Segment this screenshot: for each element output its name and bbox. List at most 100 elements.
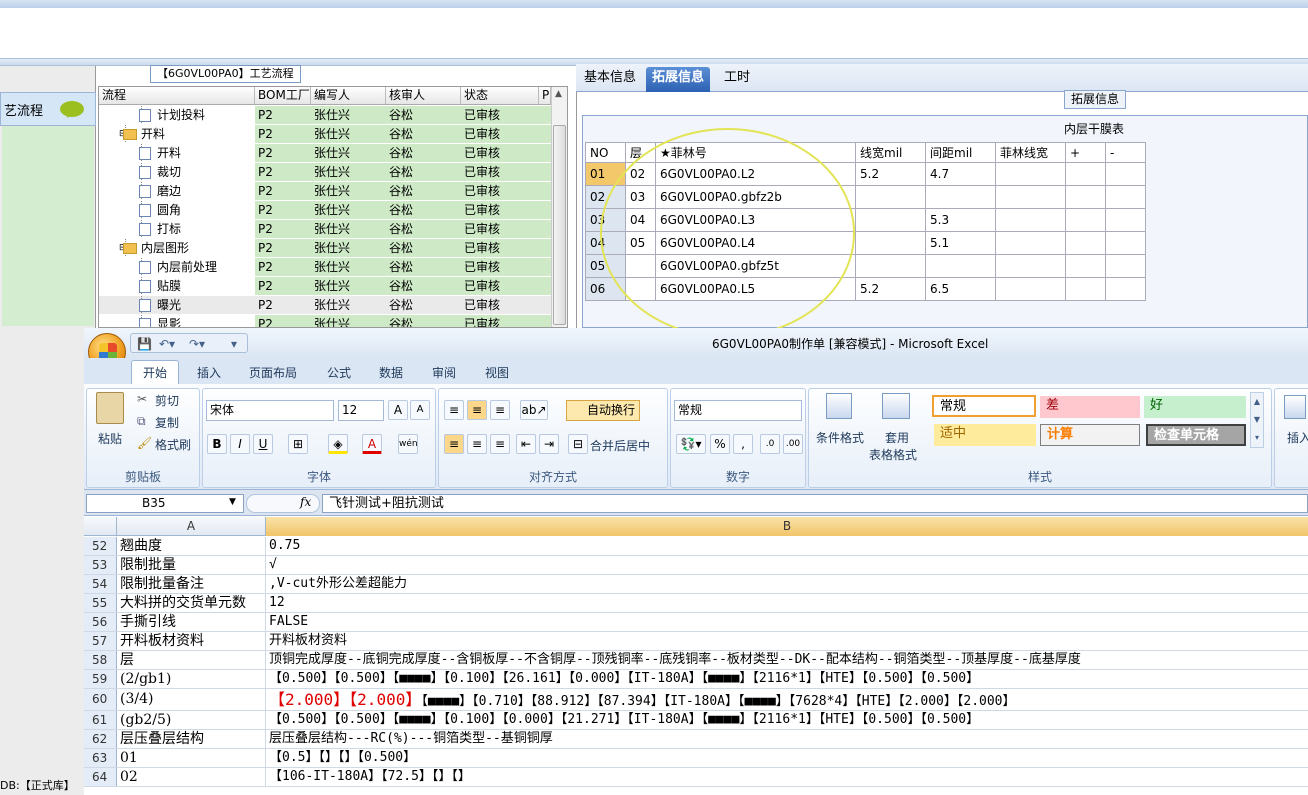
cell-a[interactable]: 02: [117, 768, 266, 786]
tree-item-label[interactable]: 曝光: [157, 296, 181, 314]
row-number[interactable]: 54: [84, 575, 117, 593]
cell-b[interactable]: 开料板材资料: [266, 632, 1308, 650]
decrease-decimal-icon[interactable]: .00: [783, 434, 803, 454]
tree-row[interactable]: ⊟开料P2张仕兴谷松已审核: [99, 125, 551, 144]
row-number[interactable]: 53: [84, 556, 117, 574]
cell-b[interactable]: 【2.000】【2.000】【■■■■】【0.710】【88.912】【87.3…: [266, 689, 1308, 710]
grid-cell[interactable]: [1065, 208, 1106, 232]
table-format-button-1[interactable]: 套用: [885, 429, 909, 446]
italic-icon[interactable]: I: [230, 434, 250, 454]
merge-icon[interactable]: ⊟: [568, 434, 588, 454]
tab-review[interactable]: 审阅: [432, 364, 456, 381]
cell-b[interactable]: √: [266, 556, 1308, 574]
comma-icon[interactable]: ,: [733, 434, 753, 454]
copy-button[interactable]: 复制: [155, 414, 179, 431]
align-middle-icon[interactable]: ≡: [467, 400, 487, 420]
tree-row[interactable]: 圆角 P2 张仕兴 谷松 已审核: [99, 201, 551, 220]
tree-row[interactable]: 计划投料 P2 张仕兴 谷松 已审核: [99, 106, 551, 125]
tree-item-label[interactable]: 开料: [141, 125, 165, 143]
col-header-p[interactable]: P: [539, 87, 551, 104]
paste-button[interactable]: 粘贴: [98, 430, 122, 447]
tree-row[interactable]: 开料 P2 张仕兴 谷松 已审核: [99, 144, 551, 163]
column-header-a[interactable]: A: [117, 517, 266, 536]
grid-header-linewidth[interactable]: 线宽mil: [855, 142, 926, 163]
cell-a[interactable]: (gb2/5): [117, 711, 266, 729]
tree-item-label[interactable]: 开料: [157, 144, 181, 162]
grid-header-spacing[interactable]: 间距mil: [925, 142, 996, 163]
cell-a[interactable]: 大料拼的交货单元数: [117, 594, 266, 612]
grid-cell[interactable]: 5.2: [855, 162, 926, 186]
cell-a[interactable]: (2/gb1): [117, 670, 266, 688]
scroll-up-icon[interactable]: ▲: [555, 89, 562, 99]
format-painter-button[interactable]: 格式刷: [155, 436, 191, 453]
cell-a[interactable]: 手撕引线: [117, 613, 266, 631]
tree-row[interactable]: ⊟内层图形P2张仕兴谷松已审核: [99, 239, 551, 258]
align-center-icon[interactable]: ≡: [467, 434, 487, 454]
nav-title[interactable]: 艺流程: [4, 100, 43, 119]
tab-basic-info[interactable]: 基本信息: [578, 67, 642, 92]
select-all-corner[interactable]: [84, 517, 117, 536]
tab-extended-info[interactable]: 拓展信息: [646, 67, 711, 92]
grid-cell[interactable]: [855, 208, 926, 232]
tree-scrollbar[interactable]: ▲: [551, 87, 567, 327]
grid-header-minus[interactable]: -: [1105, 142, 1146, 163]
name-box-dropdown-icon[interactable]: ▼: [229, 497, 236, 507]
row-number[interactable]: 56: [84, 613, 117, 631]
font-name-select[interactable]: 宋体: [206, 400, 334, 421]
tree-item-label[interactable]: 圆角: [157, 201, 181, 219]
cell-b[interactable]: ,V-cut外形公差超能力: [266, 575, 1308, 593]
tree-row[interactable]: 贴膜 P2 张仕兴 谷松 已审核: [99, 277, 551, 296]
align-bottom-icon[interactable]: ≡: [490, 400, 510, 420]
row-number[interactable]: 64: [84, 768, 117, 786]
font-color-icon[interactable]: A: [362, 434, 382, 454]
redo-icon[interactable]: ↷▾: [189, 337, 205, 351]
grid-cell[interactable]: [995, 231, 1066, 255]
tab-insert[interactable]: 插入: [197, 364, 221, 381]
row-number[interactable]: 61: [84, 711, 117, 729]
cell-b[interactable]: 层压叠层结构---RC(%)---铜箔类型--基铜铜厚: [266, 730, 1308, 748]
customize-qat-icon[interactable]: ▾: [231, 337, 237, 351]
tab-formulas[interactable]: 公式: [327, 364, 351, 381]
grid-cell[interactable]: [1105, 277, 1146, 301]
cut-button[interactable]: 剪切: [155, 392, 179, 409]
tree-item-label[interactable]: 贴膜: [157, 277, 181, 295]
insert-cells-icon[interactable]: [1284, 395, 1306, 419]
grid-cell[interactable]: 4.7: [925, 162, 996, 186]
cell-a[interactable]: 限制批量备注: [117, 575, 266, 593]
cell-a[interactable]: 层: [117, 651, 266, 669]
merge-center-button[interactable]: 合并后居中: [590, 437, 650, 454]
col-header-process[interactable]: 流程: [99, 87, 255, 104]
conditional-format-button[interactable]: 条件格式: [816, 429, 864, 446]
formula-input[interactable]: 飞针测试+阻抗测试: [322, 494, 1308, 513]
tree-item-label[interactable]: 打标: [157, 220, 181, 238]
row-number[interactable]: 60: [84, 689, 117, 710]
cell-a[interactable]: 层压叠层结构: [117, 730, 266, 748]
tree-row[interactable]: 内层前处理 P2 张仕兴 谷松 已审核: [99, 258, 551, 277]
tree-row[interactable]: 打标 P2 张仕兴 谷松 已审核: [99, 220, 551, 239]
save-icon[interactable]: 💾: [137, 337, 152, 351]
currency-icon[interactable]: 💱▾: [676, 434, 706, 454]
tree-item-label[interactable]: 裁切: [157, 163, 181, 181]
tab-home[interactable]: 开始: [143, 364, 167, 381]
grid-cell[interactable]: [855, 185, 926, 209]
chat-bubble-icon[interactable]: [60, 101, 84, 118]
name-box[interactable]: B35: [86, 494, 244, 513]
style-calc[interactable]: 计算: [1040, 424, 1140, 446]
decrease-indent-icon[interactable]: ⇤: [516, 434, 536, 454]
tree-item-label[interactable]: 计划投料: [157, 106, 205, 124]
grid-cell[interactable]: 6.5: [925, 277, 996, 301]
cut-icon[interactable]: ✂: [137, 392, 147, 406]
grid-cell[interactable]: [1105, 208, 1146, 232]
grid-cell[interactable]: [925, 254, 996, 278]
grid-cell[interactable]: [995, 208, 1066, 232]
col-header-reviewer[interactable]: 核审人: [386, 87, 461, 104]
undo-icon[interactable]: ↶▾: [159, 337, 175, 351]
row-number[interactable]: 55: [84, 594, 117, 612]
percent-icon[interactable]: %: [710, 434, 730, 454]
conditional-format-icon[interactable]: [826, 393, 852, 419]
table-format-button-2[interactable]: 表格格式: [869, 446, 917, 463]
row-number[interactable]: 57: [84, 632, 117, 650]
grid-cell[interactable]: [1105, 162, 1146, 186]
styles-scroll-icon[interactable]: ▲ ▼ ▾: [1250, 392, 1264, 448]
grid-cell[interactable]: [1105, 231, 1146, 255]
